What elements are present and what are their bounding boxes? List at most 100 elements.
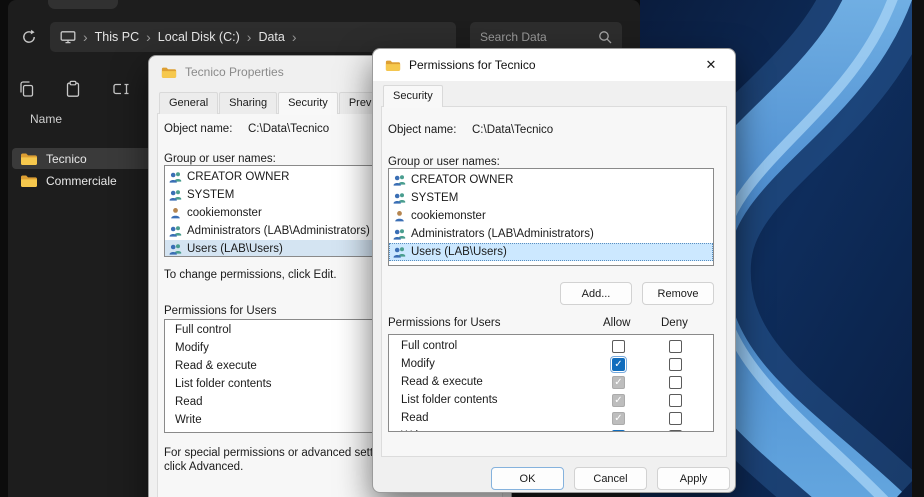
group-item-system[interactable]: SYSTEM <box>389 189 713 207</box>
allow-checkbox-read-execute[interactable] <box>612 376 625 389</box>
group-item-cookiemonster[interactable]: cookiemonster <box>389 207 713 225</box>
permissions-label: Permissions for Users <box>164 305 276 317</box>
folder-icon <box>20 152 38 166</box>
group-item-label: CREATOR OWNER <box>411 174 513 186</box>
permissions-table: Full control Modify Read & execute List … <box>388 334 714 432</box>
permissions-dialog-title: Permissions for Tecnico <box>409 58 536 72</box>
tab-security[interactable]: Security <box>278 92 338 114</box>
permissions-security-page: Object name: C:\Data\Tecnico Group or us… <box>381 106 727 457</box>
group-item-label: Users (LAB\Users) <box>411 246 507 258</box>
apply-button[interactable]: Apply <box>657 467 730 490</box>
object-name-label: Object name: <box>164 123 232 135</box>
group-item-label: cookiemonster <box>187 207 262 219</box>
tab-security[interactable]: Security <box>383 85 443 107</box>
group-icon <box>169 189 182 201</box>
breadcrumb-local-disk[interactable]: Local Disk (C:) <box>158 30 240 44</box>
paste-button[interactable] <box>56 72 90 106</box>
group-icon <box>169 243 182 255</box>
group-item-creator-owner[interactable]: CREATOR OWNER <box>389 171 713 189</box>
allow-checkbox-modify[interactable] <box>612 358 625 371</box>
file-label: Commerciale <box>46 174 117 188</box>
deny-checkbox-read[interactable] <box>669 412 682 425</box>
group-item-label: SYSTEM <box>411 192 458 204</box>
folder-icon <box>385 59 401 72</box>
allow-checkbox-write[interactable] <box>612 430 625 432</box>
advanced-hint-line2: click Advanced. <box>164 461 243 473</box>
group-list-label: Group or user names: <box>388 156 500 168</box>
group-icon <box>393 192 406 204</box>
user-icon <box>393 210 406 222</box>
group-item-label: Administrators (LAB\Administrators) <box>411 228 594 240</box>
deny-checkbox-write[interactable] <box>669 430 682 432</box>
search-input[interactable] <box>480 30 598 44</box>
file-label: Tecnico <box>46 152 87 166</box>
close-button[interactable]: ✕ <box>695 54 727 76</box>
name-column-header[interactable]: Name <box>30 112 62 126</box>
refresh-button[interactable] <box>14 22 44 52</box>
folder-icon <box>20 174 38 188</box>
allow-column-header: Allow <box>603 317 630 329</box>
group-item-administrators[interactable]: Administrators (LAB\Administrators) <box>389 225 713 243</box>
breadcrumb-data[interactable]: Data <box>258 30 284 44</box>
tab-general[interactable]: General <box>159 92 218 114</box>
object-name-value: C:\Data\Tecnico <box>248 123 329 135</box>
perm-name: List folder contents <box>401 394 498 406</box>
perm-name: Modify <box>401 358 435 370</box>
copy-icon <box>18 80 36 98</box>
screen: › This PC › Local Disk (C:) › Data › Nam… <box>0 0 924 497</box>
folder-icon <box>161 66 177 79</box>
permissions-title-bar: Permissions for Tecnico <box>373 49 735 81</box>
ok-button[interactable]: OK <box>491 467 564 490</box>
group-icon <box>169 171 182 183</box>
allow-checkbox-list-folder-contents[interactable] <box>612 394 625 407</box>
add-button[interactable]: Add... <box>560 282 632 305</box>
rename-button[interactable] <box>104 72 138 106</box>
breadcrumb-this-pc[interactable]: This PC <box>95 30 139 44</box>
remove-button[interactable]: Remove <box>642 282 714 305</box>
allow-checkbox-read[interactable] <box>612 412 625 425</box>
user-icon <box>169 207 182 219</box>
perm-row-read: Read <box>389 410 713 428</box>
group-item-users[interactable]: Users (LAB\Users) <box>389 243 713 261</box>
this-pc-icon <box>60 30 76 44</box>
search-icon <box>598 30 612 44</box>
deny-checkbox-full-control[interactable] <box>669 340 682 353</box>
copy-button[interactable] <box>10 72 44 106</box>
rename-icon <box>112 80 130 98</box>
group-list-label: Group or user names: <box>164 153 276 165</box>
group-icon <box>393 228 406 240</box>
cancel-button[interactable]: Cancel <box>574 467 647 490</box>
perm-name: Read & execute <box>401 376 483 388</box>
allow-checkbox-full-control[interactable] <box>612 340 625 353</box>
perm-row-write: Write <box>389 428 713 432</box>
group-item-label: Users (LAB\Users) <box>187 243 283 255</box>
perm-row-full-control: Full control <box>389 338 713 356</box>
perm-name: Write <box>401 430 428 432</box>
file-row-commerciale[interactable]: Commerciale <box>12 170 154 191</box>
refresh-icon <box>21 29 37 45</box>
explorer-tab-fragment[interactable] <box>48 0 118 9</box>
group-icon <box>169 225 182 237</box>
deny-checkbox-read-execute[interactable] <box>669 376 682 389</box>
deny-column-header: Deny <box>661 317 688 329</box>
chevron-right-icon: › <box>83 30 88 44</box>
perm-row-read-execute: Read & execute <box>389 374 713 392</box>
tab-sharing[interactable]: Sharing <box>219 92 277 114</box>
group-icon <box>393 246 406 258</box>
file-row-tecnico[interactable]: Tecnico <box>12 148 154 169</box>
perm-row-list-folder-contents: List folder contents <box>389 392 713 410</box>
properties-dialog-title: Tecnico Properties <box>185 65 284 79</box>
edit-hint: To change permissions, click Edit. <box>164 269 337 281</box>
close-icon: ✕ <box>706 57 717 73</box>
group-item-label: cookiemonster <box>411 210 486 222</box>
group-listbox: CREATOR OWNER SYSTEM cookiemonster Admin… <box>388 168 714 266</box>
permissions-tab-strip: Security <box>383 85 444 107</box>
group-icon <box>393 174 406 186</box>
group-item-label: Administrators (LAB\Administrators) <box>187 225 370 237</box>
screen-right-edge <box>912 0 924 497</box>
group-item-label: CREATOR OWNER <box>187 171 289 183</box>
deny-checkbox-list-folder-contents[interactable] <box>669 394 682 407</box>
perm-row-modify: Modify <box>389 356 713 374</box>
chevron-right-icon: › <box>247 30 252 44</box>
deny-checkbox-modify[interactable] <box>669 358 682 371</box>
